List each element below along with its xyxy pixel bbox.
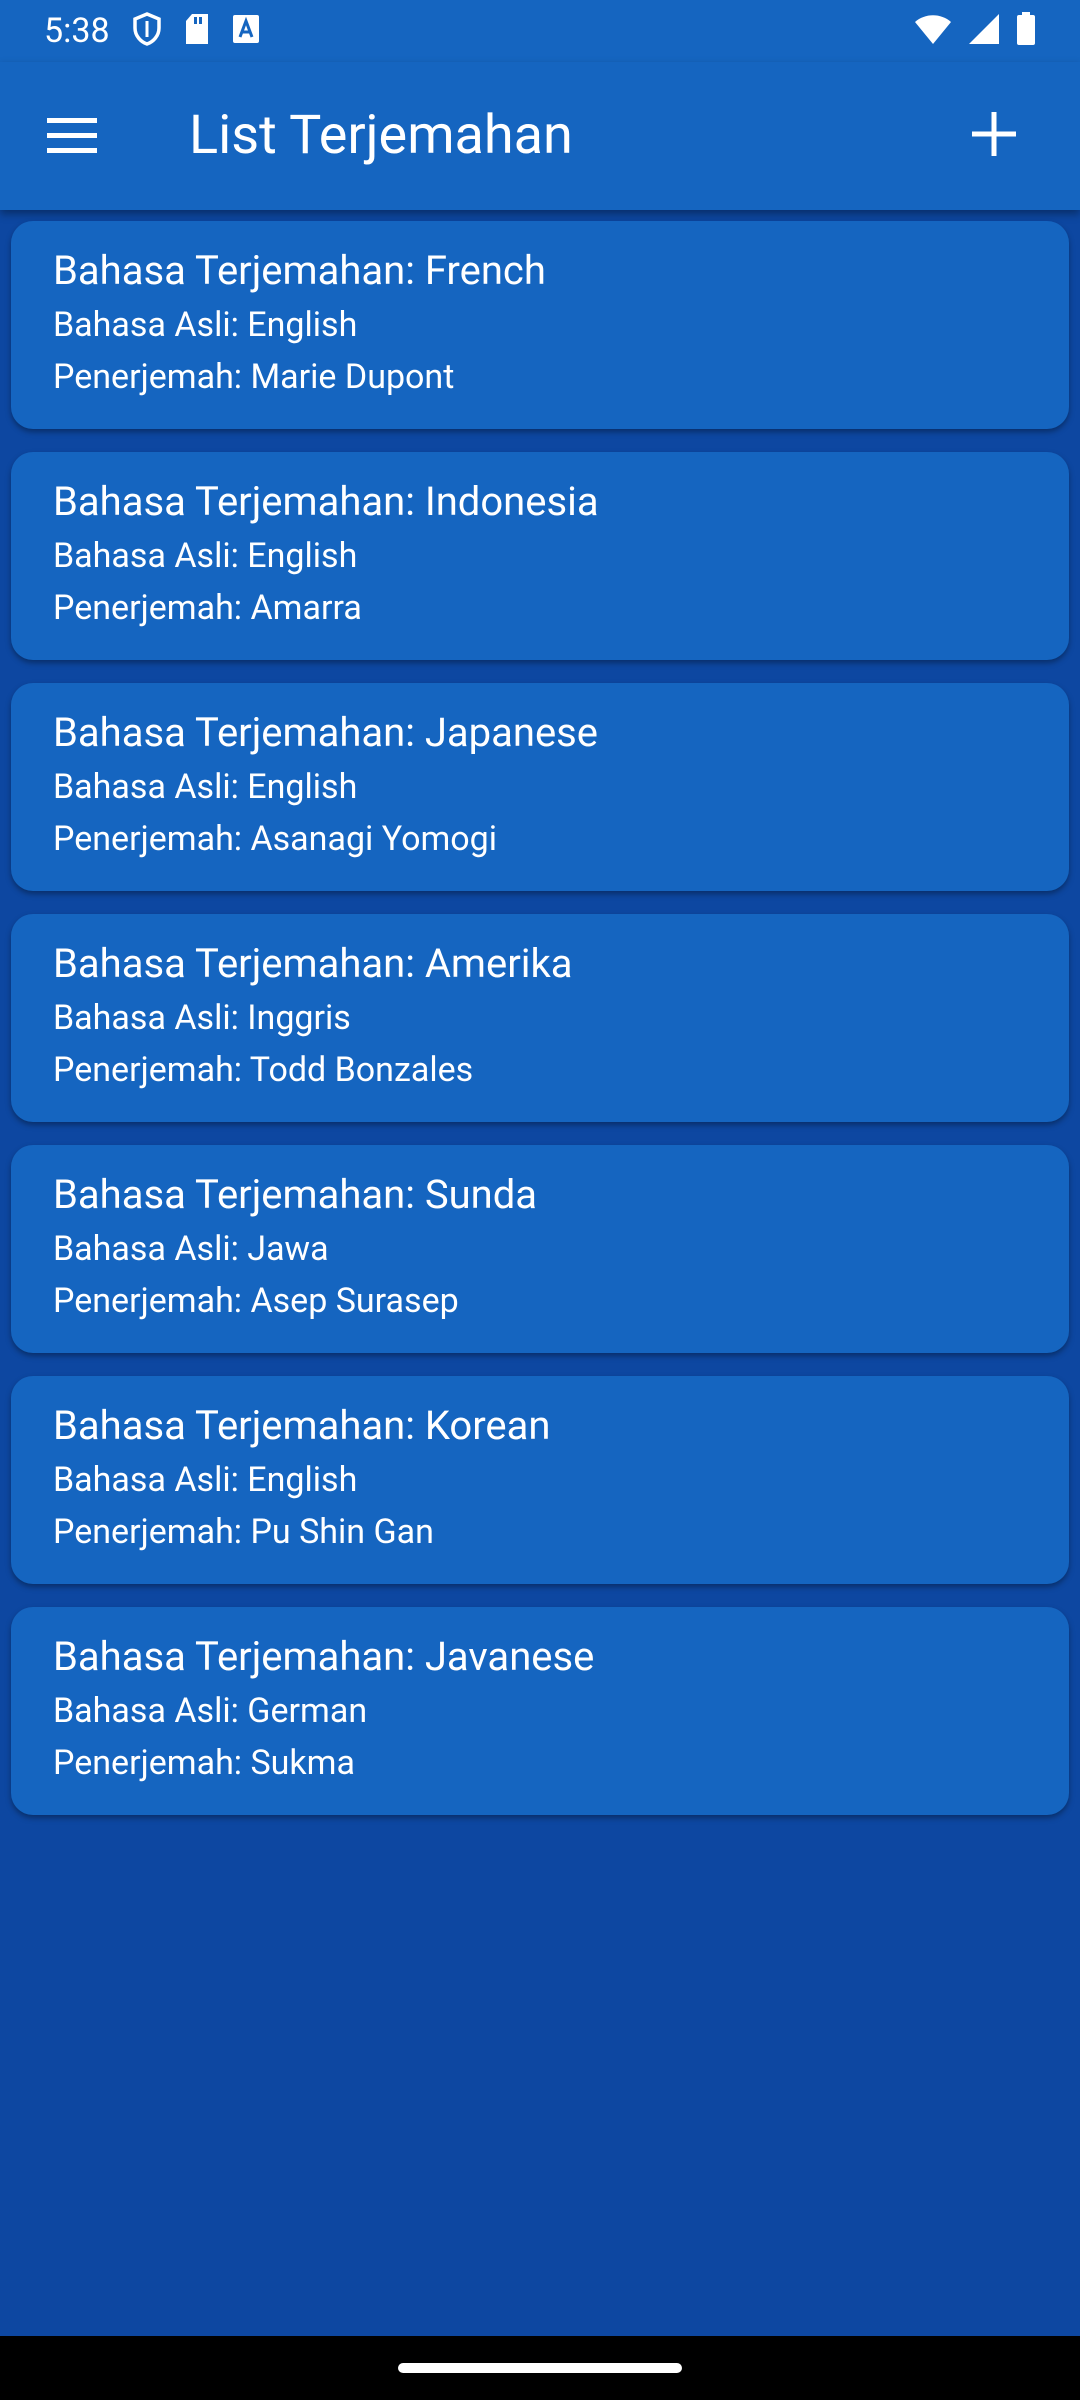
home-gesture-handle[interactable] (398, 2363, 682, 2373)
card-source-language: Bahasa Asli: Inggris (53, 998, 351, 1038)
status-right (914, 12, 1036, 50)
card-title: Bahasa Terjemahan: Korean (53, 1402, 551, 1449)
card-translator: Penerjemah: Pu Shin Gan (53, 1512, 434, 1552)
menu-icon (47, 118, 97, 158)
card-source-language: Bahasa Asli: English (53, 767, 358, 807)
wifi-icon (914, 13, 952, 49)
card-source-language: Bahasa Asli: Jawa (53, 1229, 329, 1269)
card-source-language: Bahasa Asli: English (53, 536, 358, 576)
status-time: 5:38 (44, 11, 110, 51)
translation-card[interactable]: Bahasa Terjemahan: Amerika Bahasa Asli: … (11, 914, 1069, 1122)
card-source-language: Bahasa Asli: English (53, 1460, 358, 1500)
shield-icon (132, 12, 162, 50)
status-left: 5:38 (44, 11, 260, 51)
sd-card-icon (184, 13, 210, 49)
battery-icon (1016, 12, 1036, 50)
translation-card[interactable]: Bahasa Terjemahan: Javanese Bahasa Asli:… (11, 1607, 1069, 1815)
card-translator: Penerjemah: Todd Bonzales (53, 1050, 474, 1090)
translation-card[interactable]: Bahasa Terjemahan: Japanese Bahasa Asli:… (11, 683, 1069, 891)
menu-button[interactable] (40, 106, 104, 170)
card-title: Bahasa Terjemahan: Sunda (53, 1171, 538, 1218)
card-translator: Penerjemah: Sukma (53, 1743, 355, 1783)
page-title: List Terjemahan (189, 104, 573, 167)
add-button[interactable] (958, 100, 1030, 172)
card-source-language: Bahasa Asli: German (53, 1691, 368, 1731)
app-bar: List Terjemahan (0, 62, 1080, 210)
navigation-bar (0, 2336, 1080, 2400)
card-translator: Penerjemah: Marie Dupont (53, 357, 455, 397)
font-icon (232, 14, 260, 48)
status-bar: 5:38 (0, 0, 1080, 62)
card-translator: Penerjemah: Asanagi Yomogi (53, 819, 498, 859)
card-title: Bahasa Terjemahan: Amerika (53, 940, 573, 987)
translation-card[interactable]: Bahasa Terjemahan: Indonesia Bahasa Asli… (11, 452, 1069, 660)
card-source-language: Bahasa Asli: English (53, 305, 358, 345)
card-title: Bahasa Terjemahan: Javanese (53, 1633, 595, 1680)
signal-icon (968, 13, 1000, 49)
translation-card[interactable]: Bahasa Terjemahan: Sunda Bahasa Asli: Ja… (11, 1145, 1069, 1353)
card-title: Bahasa Terjemahan: Indonesia (53, 478, 599, 525)
add-icon (972, 112, 1016, 160)
translation-card[interactable]: Bahasa Terjemahan: French Bahasa Asli: E… (11, 221, 1069, 429)
translation-card[interactable]: Bahasa Terjemahan: Korean Bahasa Asli: E… (11, 1376, 1069, 1584)
card-title: Bahasa Terjemahan: French (53, 247, 546, 294)
card-translator: Penerjemah: Amarra (53, 588, 362, 628)
card-translator: Penerjemah: Asep Surasep (53, 1281, 459, 1321)
card-title: Bahasa Terjemahan: Japanese (53, 709, 599, 756)
